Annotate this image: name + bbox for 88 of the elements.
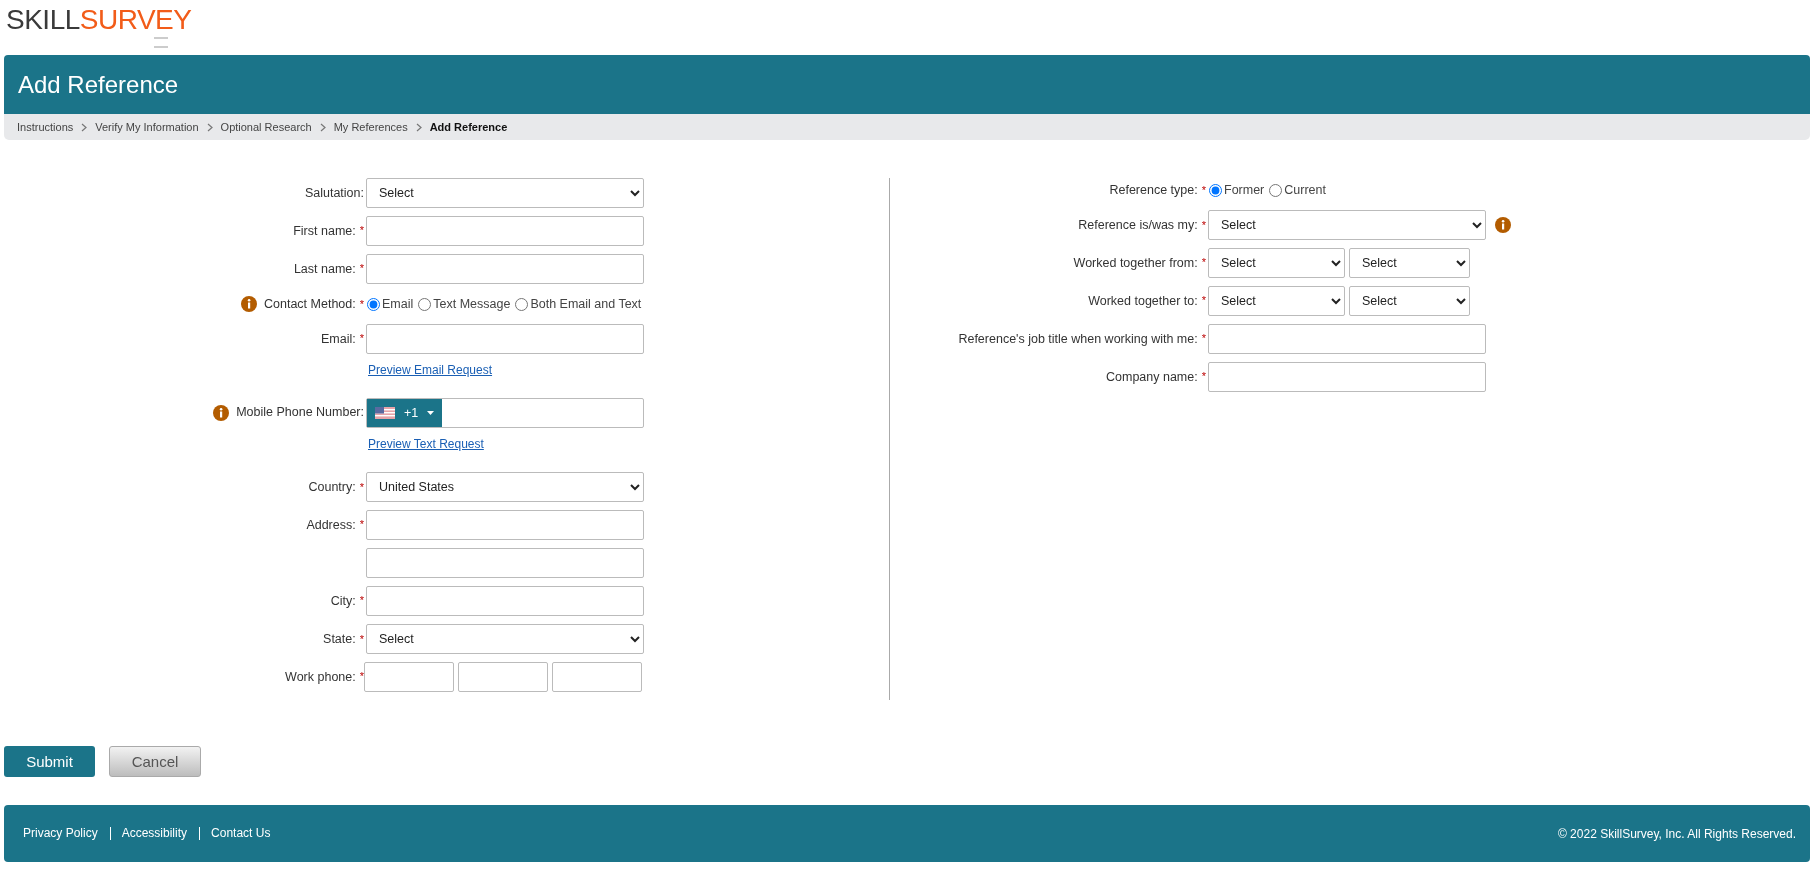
input-field[interactable]	[458, 662, 548, 692]
flag-icon	[375, 407, 395, 419]
submit-button[interactable]: Submit	[4, 746, 95, 777]
required-mark: *	[1201, 256, 1206, 268]
field-label: Mobile Phone Number:	[236, 405, 364, 419]
caret-icon	[427, 411, 435, 415]
input-field[interactable]	[366, 216, 644, 246]
copyright-text: © 2022 SkillSurvey, Inc. All Rights Reserved.	[1557, 826, 1796, 841]
radio-label[interactable]: Both Email and Text	[530, 297, 642, 311]
select-field[interactable]: Select	[1208, 286, 1345, 316]
field-label: Last name:	[293, 262, 356, 276]
field-label: Address:	[306, 518, 356, 532]
field-label: Reference type:	[1109, 183, 1198, 197]
page-title: Add Reference	[18, 70, 179, 99]
breadcrumb-item[interactable]: Optional Research	[220, 121, 312, 133]
radio-label[interactable]: Text Message	[433, 297, 511, 311]
required-mark: *	[1201, 294, 1206, 306]
chevron-icon	[81, 122, 88, 132]
radio-label[interactable]: Current	[1284, 183, 1326, 197]
chevron-icon	[415, 122, 422, 132]
radio-button[interactable]	[1209, 183, 1222, 197]
required-mark: *	[359, 298, 364, 310]
phone-field[interactable]: +1	[366, 398, 644, 428]
field-label: Company name:	[1106, 370, 1198, 384]
country-code-button[interactable]: +1	[367, 399, 443, 427]
required-mark: *	[359, 518, 364, 530]
select-field[interactable]: Select	[366, 178, 644, 208]
logo: SKILLSURVEY	[6, 3, 192, 37]
required-mark: *	[1201, 184, 1206, 196]
required-mark: *	[359, 633, 364, 645]
select-field[interactable]: Select	[1349, 248, 1470, 278]
input-field[interactable]	[366, 510, 644, 540]
field-label: Worked together from:	[1073, 256, 1198, 270]
info-icon[interactable]	[1495, 217, 1511, 233]
footer-link[interactable]: Contact Us	[199, 827, 279, 840]
breadcrumb-item[interactable]: My References	[333, 121, 408, 133]
input-field[interactable]	[366, 548, 644, 578]
required-mark: *	[359, 262, 364, 274]
chevron-icon	[206, 122, 213, 132]
required-mark: *	[359, 594, 364, 606]
required-mark: *	[1201, 370, 1206, 382]
radio-button[interactable]	[367, 297, 380, 311]
select-field[interactable]: Select	[1349, 286, 1470, 316]
radio-button[interactable]	[515, 297, 529, 311]
chevron-icon	[319, 122, 326, 132]
input-field[interactable]	[364, 662, 454, 692]
field-label: Reference is/was my:	[1078, 218, 1198, 232]
radio-label[interactable]: Former	[1224, 183, 1265, 197]
required-mark: *	[1201, 332, 1206, 344]
input-field[interactable]	[366, 324, 644, 354]
cancel-button[interactable]: Cancel	[109, 746, 201, 777]
radio-button[interactable]	[418, 297, 432, 311]
input-field[interactable]	[1208, 324, 1486, 354]
input-field[interactable]	[552, 662, 642, 692]
input-field[interactable]	[1208, 362, 1486, 392]
preview-link[interactable]: Preview Email Request	[366, 363, 493, 377]
required-mark: *	[359, 670, 364, 682]
input-field[interactable]	[366, 586, 644, 616]
field-label: Work phone:	[285, 670, 356, 684]
field-label: Reference's job title when working with me:	[958, 332, 1198, 346]
field-label: Worked together to:	[1088, 294, 1198, 308]
field-label: State:	[323, 632, 356, 646]
radio-button[interactable]	[1269, 183, 1283, 197]
breadcrumb-item[interactable]: Verify My Information	[95, 121, 199, 133]
footer-link[interactable]: Privacy Policy	[19, 827, 106, 840]
field-label: Salutation:	[304, 186, 364, 200]
field-label: Contact Method:	[264, 297, 356, 311]
select-field[interactable]: Select	[366, 624, 644, 654]
footer-link[interactable]: Accessibility	[109, 827, 196, 840]
field-label: Email:	[321, 332, 356, 346]
field-label: First name:	[293, 224, 356, 238]
field-label: City:	[330, 594, 356, 608]
required-mark: *	[1201, 219, 1206, 231]
select-field[interactable]: Select	[1208, 248, 1345, 278]
required-mark: *	[359, 224, 364, 236]
required-mark: *	[359, 332, 364, 344]
radio-label[interactable]: Email	[382, 297, 414, 311]
select-field[interactable]: United States	[366, 472, 644, 502]
info-icon[interactable]	[213, 405, 230, 421]
preview-link[interactable]: Preview Text Request	[366, 437, 484, 451]
info-icon[interactable]	[241, 296, 257, 312]
menu-icon[interactable]	[154, 37, 168, 49]
breadcrumb-item[interactable]: Instructions	[17, 121, 74, 133]
field-label: Country:	[308, 480, 356, 494]
required-mark: *	[359, 481, 364, 493]
input-field[interactable]	[366, 254, 644, 284]
breadcrumb-item: Add Reference	[429, 121, 508, 133]
select-field[interactable]: Select	[1208, 210, 1486, 240]
